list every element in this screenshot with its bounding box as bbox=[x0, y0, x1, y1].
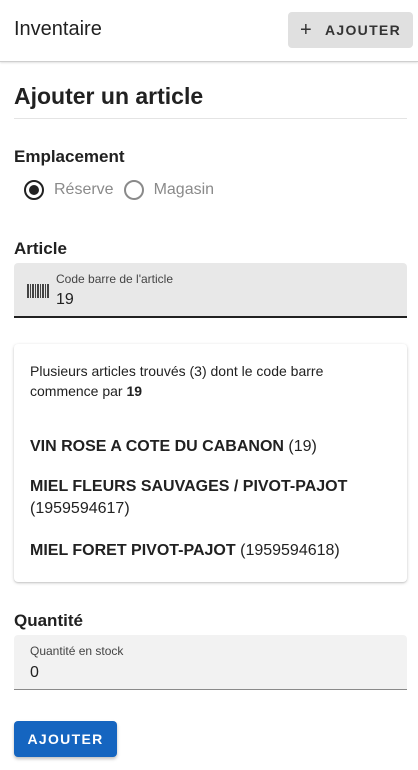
barcode-field-label: Code barre de l'article bbox=[56, 272, 174, 286]
radio-reserve[interactable] bbox=[24, 180, 44, 200]
barcode-field[interactable]: Code barre de l'article 19 bbox=[14, 263, 407, 318]
article-label: Article bbox=[14, 239, 67, 258]
quantity-field-label: Quantité en stock bbox=[30, 644, 124, 658]
appbar-add-button[interactable]: + AJOUTER bbox=[288, 12, 413, 48]
results-message: Plusieurs articles trouvés (3) dont le c… bbox=[30, 363, 324, 399]
app-bar: Inventaire + AJOUTER bbox=[0, 0, 418, 62]
location-label: Emplacement bbox=[14, 147, 125, 166]
radio-magasin-label[interactable]: Magasin bbox=[154, 181, 214, 199]
radio-magasin[interactable] bbox=[123, 180, 144, 200]
submit-add-button[interactable]: AJOUTER bbox=[14, 721, 117, 757]
quantity-input[interactable]: 0 bbox=[30, 664, 39, 682]
result-item[interactable]: MIEL FLEURS SAUVAGES / PIVOT-PAJOT (1959… bbox=[30, 476, 380, 520]
quantity-field[interactable]: Quantité en stock 0 bbox=[14, 635, 407, 690]
appbar-add-button-label: AJOUTER bbox=[324, 22, 401, 38]
app-title: Inventaire bbox=[14, 18, 102, 40]
plus-icon: + bbox=[300, 19, 313, 41]
title-divider bbox=[14, 118, 407, 119]
quantity-label: Quantité bbox=[14, 611, 83, 630]
page-title: Ajouter un article bbox=[14, 83, 204, 109]
location-radio-group: Réserve Magasin bbox=[24, 180, 224, 200]
radio-reserve-label[interactable]: Réserve bbox=[54, 181, 114, 199]
results-message-code: 19 bbox=[126, 383, 143, 399]
result-item[interactable]: VIN ROSE A COTE DU CABANON (19) bbox=[30, 436, 380, 458]
barcode-icon bbox=[27, 284, 49, 298]
results-card: Plusieurs articles trouvés (3) dont le c… bbox=[14, 344, 407, 582]
barcode-input[interactable]: 19 bbox=[56, 291, 74, 309]
result-item[interactable]: MIEL FORET PIVOT-PAJOT (1959594618) bbox=[30, 540, 380, 562]
